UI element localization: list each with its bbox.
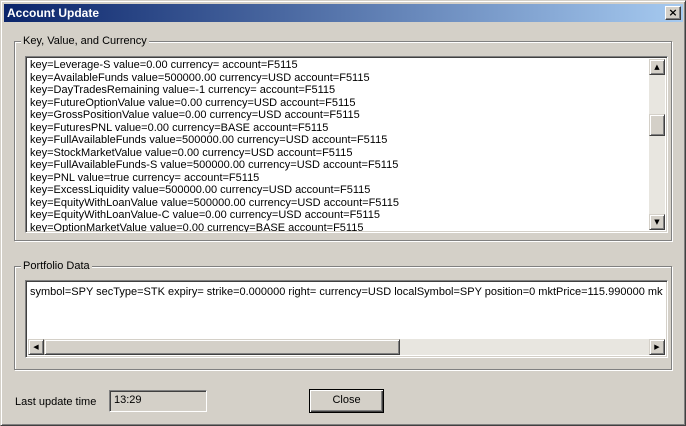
close-icon[interactable]: × (665, 6, 681, 20)
portfolio-horizontal-scrollbar[interactable]: ◀ ▶ (28, 339, 665, 355)
kv-listbox[interactable]: key=Leverage-S value=0.00 currency= acco… (25, 56, 668, 233)
scroll-right-icon[interactable]: ▶ (649, 339, 665, 355)
kv-list-item[interactable]: key=ExcessLiquidity value=500000.00 curr… (30, 184, 647, 197)
kv-list-item[interactable]: key=EquityWithLoanValue-C value=0.00 cur… (30, 209, 647, 222)
kv-list-item[interactable]: key=AvailableFunds value=500000.00 curre… (30, 72, 647, 85)
kv-list-item[interactable]: key=GrossPositionValue value=0.00 curren… (30, 109, 647, 122)
kv-list-item[interactable]: key=EquityWithLoanValue value=500000.00 … (30, 197, 647, 210)
kv-list-item[interactable]: key=FullAvailableFunds value=500000.00 c… (30, 134, 647, 147)
kv-group-label: Key, Value, and Currency (21, 34, 149, 48)
kv-list-item[interactable]: key=Leverage-S value=0.00 currency= acco… (30, 59, 647, 72)
kv-list-item[interactable]: key=FuturesPNL value=0.00 currency=BASE … (30, 122, 647, 135)
last-update-field: 13:29 (109, 390, 207, 412)
title-bar: Account Update × (4, 4, 683, 22)
portfolio-row[interactable]: symbol=SPY secType=STK expiry= strike=0.… (30, 286, 663, 298)
portfolio-listbox[interactable]: symbol=SPY secType=STK expiry= strike=0.… (25, 280, 668, 358)
kv-scroll-thumb[interactable] (649, 114, 665, 136)
scroll-up-icon[interactable]: ▲ (649, 59, 665, 75)
kv-list-item[interactable]: key=DayTradesRemaining value=-1 currency… (30, 84, 647, 97)
kv-list-item[interactable]: key=FutureOptionValue value=0.00 currenc… (30, 97, 647, 110)
close-button[interactable]: Close (309, 389, 384, 413)
account-update-window: Account Update × Key, Value, and Currenc… (0, 0, 686, 426)
kv-lines: key=Leverage-S value=0.00 currency= acco… (30, 59, 647, 233)
kv-list-item[interactable]: key=OptionMarketValue value=0.00 currenc… (30, 222, 647, 233)
portfolio-group-label: Portfolio Data (21, 259, 92, 273)
last-update-label: Last update time (15, 396, 97, 408)
kv-list-item[interactable]: key=PNL value=true currency= account=F51… (30, 172, 647, 185)
window-title: Account Update (7, 6, 100, 20)
scroll-down-icon[interactable]: ▼ (649, 214, 665, 230)
kv-list-item[interactable]: key=StockMarketValue value=0.00 currency… (30, 147, 647, 160)
kv-vertical-scrollbar[interactable]: ▲ ▼ (649, 59, 665, 230)
kv-list-item[interactable]: key=FullAvailableFunds-S value=500000.00… (30, 159, 647, 172)
scroll-left-icon[interactable]: ◀ (28, 339, 44, 355)
portfolio-scroll-thumb[interactable] (44, 339, 400, 355)
